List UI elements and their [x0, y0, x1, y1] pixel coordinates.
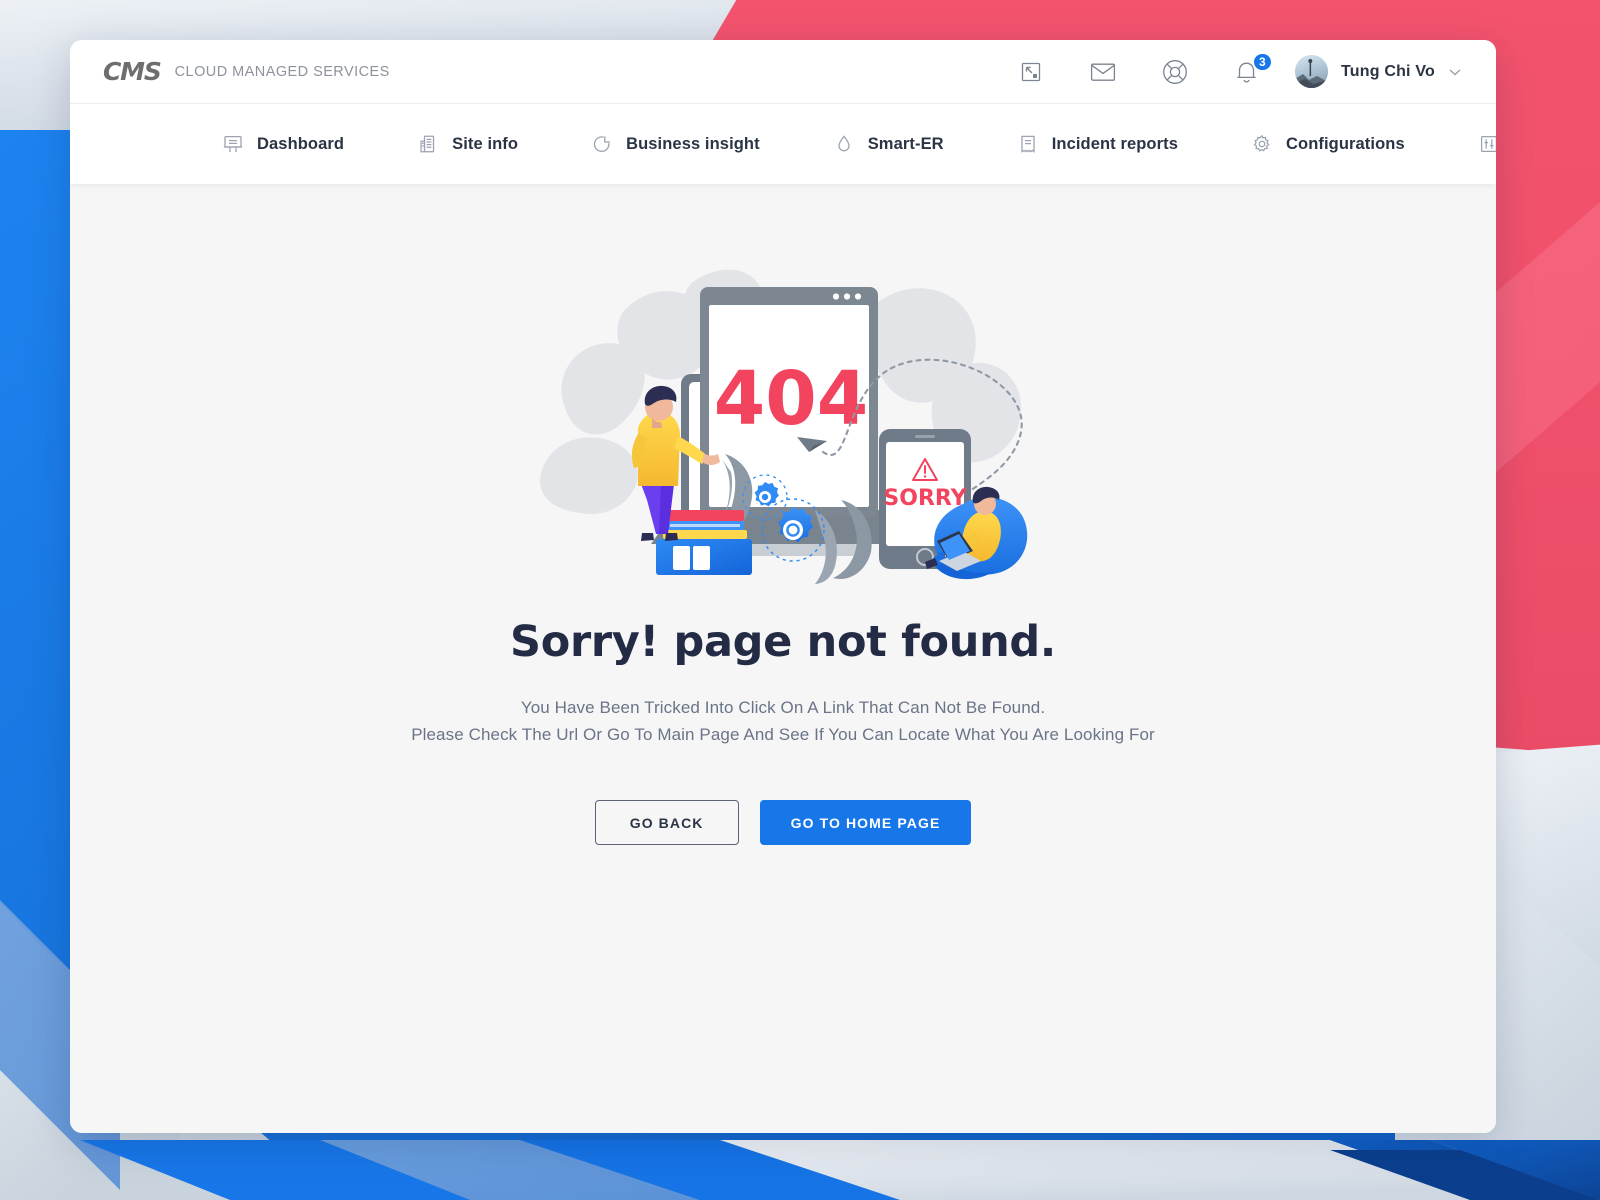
- nav-label: Incident reports: [1051, 134, 1178, 153]
- mail-icon[interactable]: [1067, 50, 1139, 94]
- nav-item-business-insight[interactable]: Business insight: [591, 133, 760, 155]
- bell-icon[interactable]: 3: [1211, 50, 1283, 94]
- building-icon: [417, 133, 439, 155]
- error-code-text: 404: [714, 356, 868, 442]
- nav-item-incident-reports[interactable]: Incident reports: [1017, 133, 1178, 155]
- main-nav: Dashboard Site info Business insight Sma…: [70, 103, 1496, 184]
- nav-item-dashboard[interactable]: Dashboard: [222, 133, 344, 155]
- top-bar: CMS CLOUD MANAGED SERVICES 3 Tung Chi Vo: [70, 40, 1496, 103]
- pie-chart-icon: [591, 133, 613, 155]
- topbar-actions: 3 Tung Chi Vo: [995, 50, 1466, 94]
- sliders-icon: [1478, 133, 1496, 155]
- page-title: Sorry! page not found.: [510, 617, 1056, 667]
- cms-logo-icon: CMS: [103, 57, 162, 86]
- go-to-home-page-button[interactable]: GO TO HOME PAGE: [759, 800, 972, 845]
- nav-label: Smart-ER: [867, 134, 944, 153]
- sorry-text: SORRY: [883, 486, 967, 511]
- subtext-line-1: You Have Been Tricked Into Click On A Li…: [520, 698, 1046, 717]
- gear-icon: [1251, 133, 1273, 155]
- brand[interactable]: CMS CLOUD MANAGED SERVICES: [103, 59, 390, 84]
- 404-illustration-svg: 404 SORRY: [540, 269, 1028, 584]
- expand-icon[interactable]: [995, 50, 1067, 94]
- user-avatar-photo: [1294, 55, 1328, 88]
- content-area: 404 SORRY Sorry! page not found. You Hav…: [70, 184, 1496, 1133]
- nav-label: Site info: [452, 134, 519, 153]
- page-subtext: You Have Been Tricked Into Click On A Li…: [411, 694, 1155, 748]
- user-name: Tung Chi Vo: [1340, 62, 1435, 80]
- nav-label: Business insight: [626, 134, 760, 153]
- nav-item-site-info[interactable]: Site info: [417, 133, 518, 155]
- nav-label: Configurations: [1286, 134, 1405, 153]
- receipt-icon: [1017, 133, 1039, 155]
- 404-illustration: 404 SORRY: [523, 252, 1043, 587]
- app-window: CMS CLOUD MANAGED SERVICES 3 Tung Chi Vo…: [70, 40, 1496, 1133]
- notification-badge: 3: [1251, 51, 1273, 72]
- nav-item-srx-pro-settings[interactable]: SRX-Pro settings: [1478, 133, 1496, 155]
- nav-label: Dashboard: [257, 134, 345, 153]
- nav-item-smart-er[interactable]: Smart-ER: [833, 133, 944, 155]
- go-back-button[interactable]: GO BACK: [594, 800, 739, 845]
- nav-item-configurations[interactable]: Configurations: [1251, 133, 1405, 155]
- subtext-line-2: Please Check The Url Or Go To Main Page …: [411, 725, 1155, 744]
- lifebuoy-icon[interactable]: [1139, 50, 1211, 94]
- droplet-icon: [833, 133, 855, 155]
- brand-name: CLOUD MANAGED SERVICES: [174, 63, 390, 80]
- presentation-board-icon: [222, 133, 244, 155]
- action-buttons: GO BACK GO TO HOME PAGE: [594, 800, 972, 845]
- chevron-down-icon[interactable]: [1448, 67, 1462, 77]
- user-menu[interactable]: Tung Chi Vo: [1294, 55, 1466, 88]
